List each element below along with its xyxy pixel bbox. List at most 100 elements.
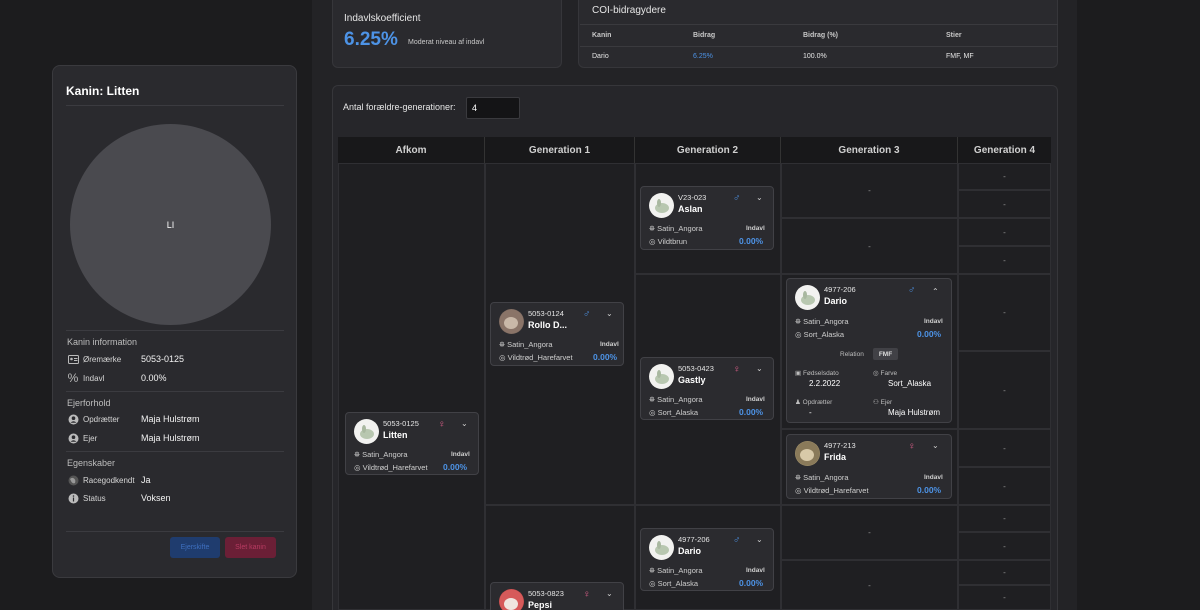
- inbreeding-value: 6.25%: [344, 29, 398, 50]
- rabbit-id: V23-023: [678, 193, 707, 202]
- rabbit-card-dario[interactable]: 4977-206 Dario ♂ ⌄ ⛯ Satin_Angora Indavl…: [640, 528, 774, 591]
- race-approved-row: Racegodkendt Ja: [67, 473, 151, 487]
- owner-change-button[interactable]: Ejerskifte: [170, 537, 220, 558]
- empty-value: -: [1003, 443, 1006, 453]
- rabbit-card-litten[interactable]: 5053-0125 Litten ♀ ⌄ ⛯ Satin_Angora Inda…: [345, 412, 479, 475]
- table-row: Dario 6.25% 100.0% FMF, MF: [580, 46, 1058, 67]
- chevron-down-icon[interactable]: ⌄: [606, 589, 613, 598]
- rabbit-detail-card: Kanin: Litten LI Kanin information Øremæ…: [52, 65, 297, 578]
- palette-icon: ◎: [499, 353, 508, 362]
- indavl-tag: Indavl: [451, 451, 470, 458]
- rabbit-card-aslan[interactable]: V23-023 Aslan ♂ ⌄ ⛯ Satin_Angora Indavl …: [640, 186, 774, 250]
- chevron-down-icon[interactable]: ⌄: [756, 364, 763, 373]
- gen4-cell: -: [958, 532, 1051, 560]
- coi-header: Stier: [934, 24, 1058, 47]
- rabbit-avatar: [499, 589, 524, 610]
- rabbit-id: 4977-206: [678, 535, 710, 544]
- rabbit-avatar: LI: [70, 124, 271, 325]
- rabbit-name: Frida: [824, 452, 847, 462]
- rabbit-card-gastly[interactable]: 5053-0423 Gastly ♀ ⌄ ⛯ Satin_Angora Inda…: [640, 357, 774, 420]
- info-icon: [67, 492, 79, 504]
- gen4-cell: -: [958, 218, 1051, 246]
- rabbit-card-rollo[interactable]: 5053-0124 Rollo D... ♂ ⌄ ⛯ Satin_Angora …: [490, 302, 624, 366]
- empty-value: -: [1003, 199, 1006, 209]
- female-icon: ♀: [438, 419, 446, 430]
- rabbit-card-dario-expanded[interactable]: 4977-206 Dario ♂ ⌃ ⛯ Satin_Angora Indavl…: [786, 278, 952, 423]
- column-header-gen2: Generation 2: [635, 137, 781, 163]
- coi-card: COI-bidragydere Kanin Bidrag Bidrag (%) …: [578, 0, 1058, 68]
- gen3-cell: -: [781, 505, 958, 560]
- race-approved-value: Ja: [141, 475, 151, 485]
- rabbit-color: ◎ Vildtrød_Harefarvet: [795, 486, 869, 495]
- rabbit-id: 4977-206: [824, 285, 856, 294]
- generations-input[interactable]: [466, 97, 520, 119]
- breed-icon: ⛯: [649, 566, 658, 575]
- calendar-icon: ▣: [795, 370, 803, 377]
- owner-row: Ejer Maja Hulstrøm: [67, 431, 200, 445]
- gen3-cell: -: [781, 218, 958, 274]
- indavl-tag: Indavl: [746, 567, 765, 574]
- male-icon: ♂: [908, 285, 916, 296]
- empty-value: -: [1003, 514, 1006, 523]
- chevron-down-icon[interactable]: ⌄: [756, 193, 763, 202]
- empty-value: -: [868, 241, 871, 251]
- rabbit-id: 4977-213: [824, 441, 856, 450]
- empty-value: -: [1003, 255, 1006, 265]
- coi-header-row: Kanin Bidrag Bidrag (%) Stier: [580, 24, 1058, 47]
- users-icon: ⚇: [873, 399, 881, 406]
- column-header-offspring: Afkom: [338, 137, 485, 163]
- chevron-up-icon[interactable]: ⌃: [932, 287, 939, 296]
- column-header-gen4: Generation 4: [958, 137, 1051, 163]
- empty-value: -: [1003, 541, 1006, 551]
- breed-icon: ⛯: [499, 340, 508, 349]
- female-icon: ♀: [583, 589, 591, 600]
- inbreed-label: Indavl: [83, 373, 105, 383]
- coi-header: Kanin: [580, 24, 681, 47]
- empty-value: -: [1003, 385, 1006, 395]
- divider: [66, 451, 284, 452]
- divider: [66, 531, 284, 532]
- indavl-tag: Indavl: [600, 341, 619, 348]
- coi-header: Bidrag (%): [791, 24, 934, 47]
- rabbit-name: Litten: [383, 430, 408, 440]
- inbreed-percent: 0.00%: [917, 485, 942, 495]
- delete-rabbit-button[interactable]: Slet kanin: [225, 537, 276, 558]
- chevron-down-icon[interactable]: ⌄: [756, 535, 763, 544]
- rabbit-title: Kanin: Litten: [66, 84, 140, 98]
- ear-tag-value: 5053-0125: [141, 354, 185, 364]
- breeder-value: -: [809, 408, 812, 417]
- breeder-row: Opdrætter Maja Hulstrøm: [67, 412, 200, 426]
- chevron-down-icon[interactable]: ⌄: [461, 419, 468, 428]
- offspring-cell: [338, 163, 485, 610]
- rabbit-color: ◎ Sort_Alaska: [649, 579, 699, 588]
- dob-label: ▣ Fødselsdato: [795, 370, 839, 377]
- inbreed-percent: 0.00%: [443, 462, 468, 472]
- chevron-down-icon[interactable]: ⌄: [606, 309, 613, 318]
- empty-value: -: [1003, 593, 1006, 602]
- empty-value: -: [1003, 568, 1006, 577]
- coi-table: Kanin Bidrag Bidrag (%) Stier Dario 6.25…: [580, 24, 1058, 67]
- breed-icon: ⛯: [795, 317, 804, 326]
- rabbit-card-frida[interactable]: 4977-213 Frida ♀ ⌄ ⛯ Satin_Angora Indavl…: [786, 434, 952, 499]
- empty-value: -: [1003, 308, 1006, 317]
- color-label: ◎ Farve: [873, 370, 898, 377]
- gen4-cell: -: [958, 274, 1051, 351]
- breed-icon: ⛯: [649, 395, 658, 404]
- column-header-gen1: Generation 1: [485, 137, 635, 163]
- gen4-cell: -: [958, 246, 1051, 274]
- rabbit-name: Dario: [678, 546, 702, 556]
- relation-label: Relation: [840, 351, 864, 358]
- indavl-tag: Indavl: [924, 318, 943, 325]
- section-info-title: Kanin information: [67, 337, 138, 347]
- user-circle-icon: [67, 432, 79, 444]
- chevron-down-icon[interactable]: ⌄: [932, 441, 939, 450]
- gen4-cell: -: [958, 190, 1051, 218]
- rabbit-card-pepsi[interactable]: 5053-0823 Pepsi ♀ ⌄: [490, 582, 624, 610]
- user-icon: ♟: [795, 399, 803, 406]
- section-props-title: Egenskaber: [67, 458, 116, 468]
- empty-value: -: [1003, 227, 1006, 237]
- rabbit-breed: ⛯ Satin_Angora: [499, 340, 553, 349]
- palette-icon: ◎: [795, 486, 804, 495]
- female-icon: ♀: [908, 441, 916, 452]
- rabbit-breed: ⛯ Satin_Angora: [795, 473, 849, 482]
